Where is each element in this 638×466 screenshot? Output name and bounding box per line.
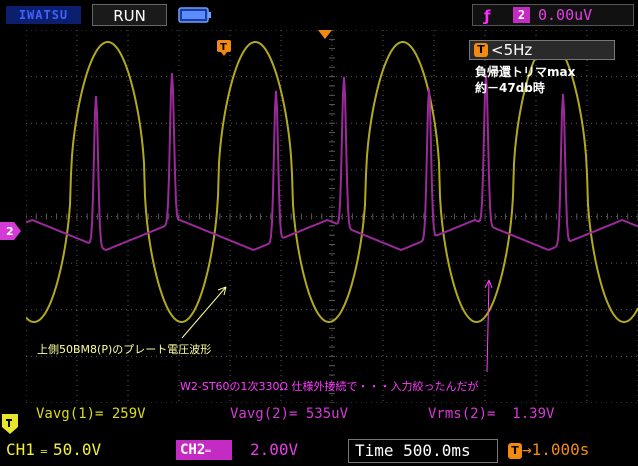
timebase-readout[interactable]: Time 500.0ms	[348, 439, 498, 463]
ch1-label: CH1	[6, 440, 35, 459]
ch1-volts-div: 50.0V	[52, 440, 102, 459]
trigger-offset[interactable]: →1.000s	[522, 440, 589, 459]
annotation-arrows	[181, 279, 493, 373]
measurement-ch2-vavg: Vavg(2)= 535uV	[230, 406, 349, 422]
ch2-label[interactable]: CH2═	[176, 440, 232, 460]
trigger-offset-icon: T	[508, 443, 522, 459]
ch2-volts-div[interactable]: 2.00V	[250, 440, 298, 459]
measurement-ch1-vavg: Vavg(1)= 259V	[36, 406, 146, 422]
ch1-scale[interactable]: CH1 ═ 50.0V	[6, 440, 101, 459]
yellow-arrow	[181, 286, 227, 339]
magenta-arrow	[484, 279, 493, 373]
ch1-annotation: 上側50BM8(P)のプレート電圧波形	[37, 343, 212, 356]
measurement-ch2-vrms: Vrms(2)= 1.39V	[428, 406, 555, 422]
ch2-annotation: W2-ST60の1次330Ω 仕様外接続で・・・入力絞ったんだが	[180, 380, 479, 393]
